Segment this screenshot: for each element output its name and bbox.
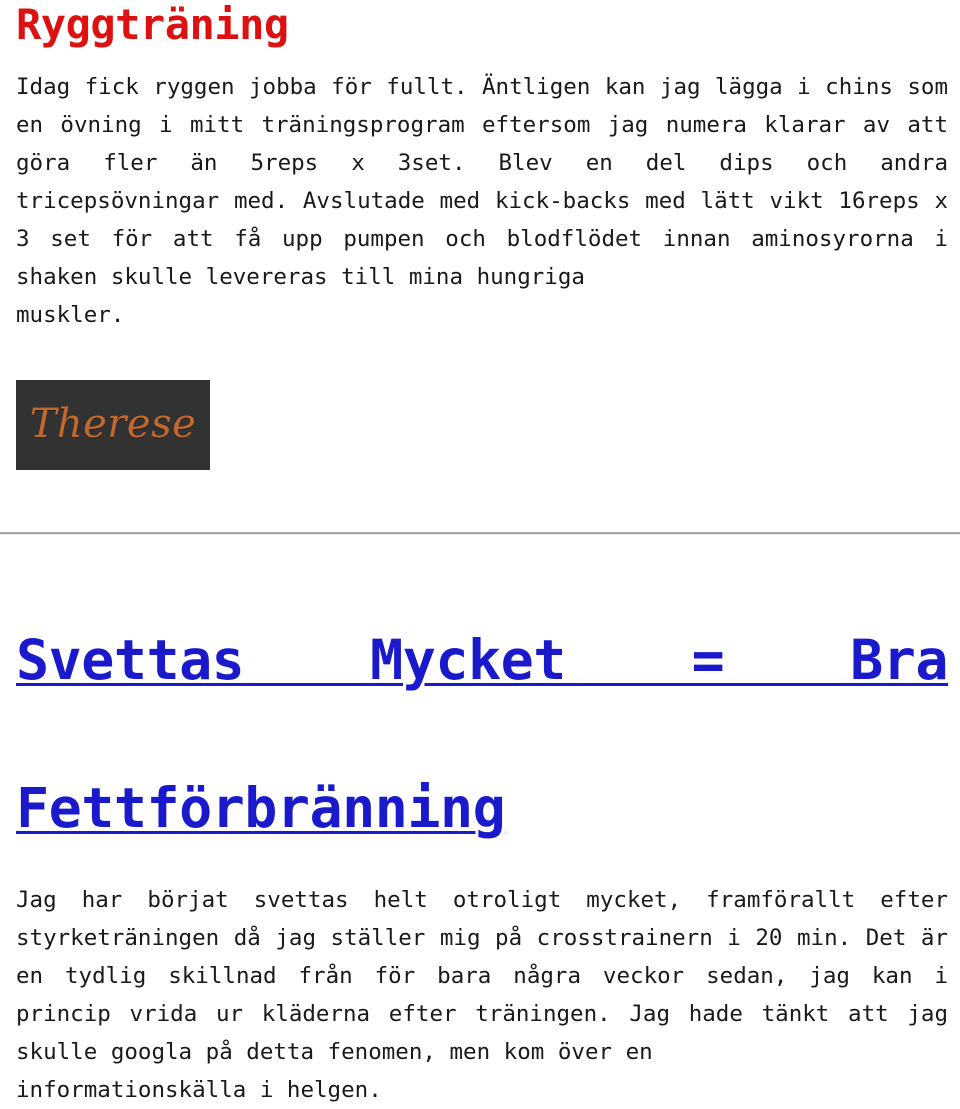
post-title-line-1: Svettas Mycket = Bra xyxy=(16,628,949,692)
post-divider xyxy=(0,532,960,535)
post-body-last-line: informationskälla i helgen. xyxy=(16,1077,382,1103)
post-body-ryggtraning: Idag fick ryggen jobba för fullt. Äntlig… xyxy=(16,68,948,334)
post-title-link-svettas[interactable]: Svettas Mycket = Bra Fettförbränning xyxy=(16,623,949,845)
post-body-svettas: Jag har börjat svettas helt otroligt myc… xyxy=(16,881,948,1109)
post-body-text: Jag har börjat svettas helt otroligt myc… xyxy=(16,887,948,1065)
post-body-text: Idag fick ryggen jobba för fullt. Äntlig… xyxy=(16,74,948,290)
post-body-last-line: muskler. xyxy=(16,302,125,328)
signature-image: Therese xyxy=(16,380,210,470)
blog-post-svettas: Svettas Mycket = Bra Fettförbränning Jag… xyxy=(16,623,949,1109)
signature-image-wrap: Therese xyxy=(16,380,948,470)
signature-script-text: Therese xyxy=(29,401,197,448)
post-title-line-2: Fettförbränning xyxy=(16,776,506,840)
blog-post-ryggtraning: Ryggträning Idag fick ryggen jobba för f… xyxy=(16,4,948,470)
blog-page: Ryggträning Idag fick ryggen jobba för f… xyxy=(0,4,960,1103)
post-title-ryggtraning: Ryggträning xyxy=(16,0,289,49)
